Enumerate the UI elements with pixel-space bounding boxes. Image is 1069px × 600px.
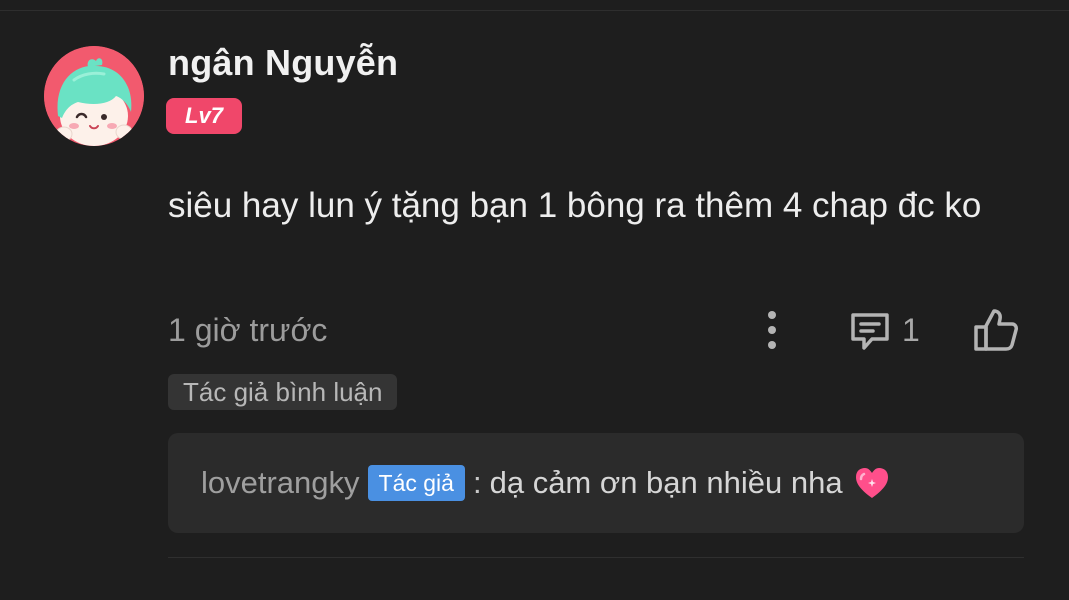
user-avatar[interactable] [44, 46, 144, 146]
reply-button[interactable]: 1 [846, 306, 920, 354]
author-reply: lovetrangky Tác giả : dạ cảm ơn bạn nhiề… [168, 433, 1024, 533]
reply-line: lovetrangky Tác giả : dạ cảm ơn bạn nhiề… [201, 463, 891, 503]
reply-count: 1 [902, 311, 920, 348]
thumbs-up-icon [974, 309, 1018, 351]
like-button[interactable] [970, 304, 1022, 356]
vertical-ellipsis-icon [768, 311, 776, 349]
comment-text: siêu hay lun ý tặng bạn 1 bông ra thêm 4… [168, 186, 982, 225]
level-badge: Lv7 [166, 98, 242, 134]
author-badge: Tác giả [367, 465, 465, 501]
reply-author[interactable]: lovetrangky [201, 463, 360, 503]
top-divider [0, 10, 1069, 11]
bottom-divider [168, 557, 1024, 558]
reply-text: dạ cảm ơn bạn nhiều nha [489, 465, 843, 500]
reply-separator: : [472, 465, 482, 500]
author-commented-tag: Tác giả bình luận [168, 374, 398, 410]
comment-timestamp: 1 giờ trước [168, 312, 328, 348]
username[interactable]: ngân Nguyễn [168, 42, 398, 84]
cartoon-girl-avatar-icon [44, 46, 144, 146]
sparkling-heart-icon [855, 468, 888, 498]
comment-bubble-icon [851, 313, 889, 350]
more-options-button[interactable] [748, 306, 796, 354]
